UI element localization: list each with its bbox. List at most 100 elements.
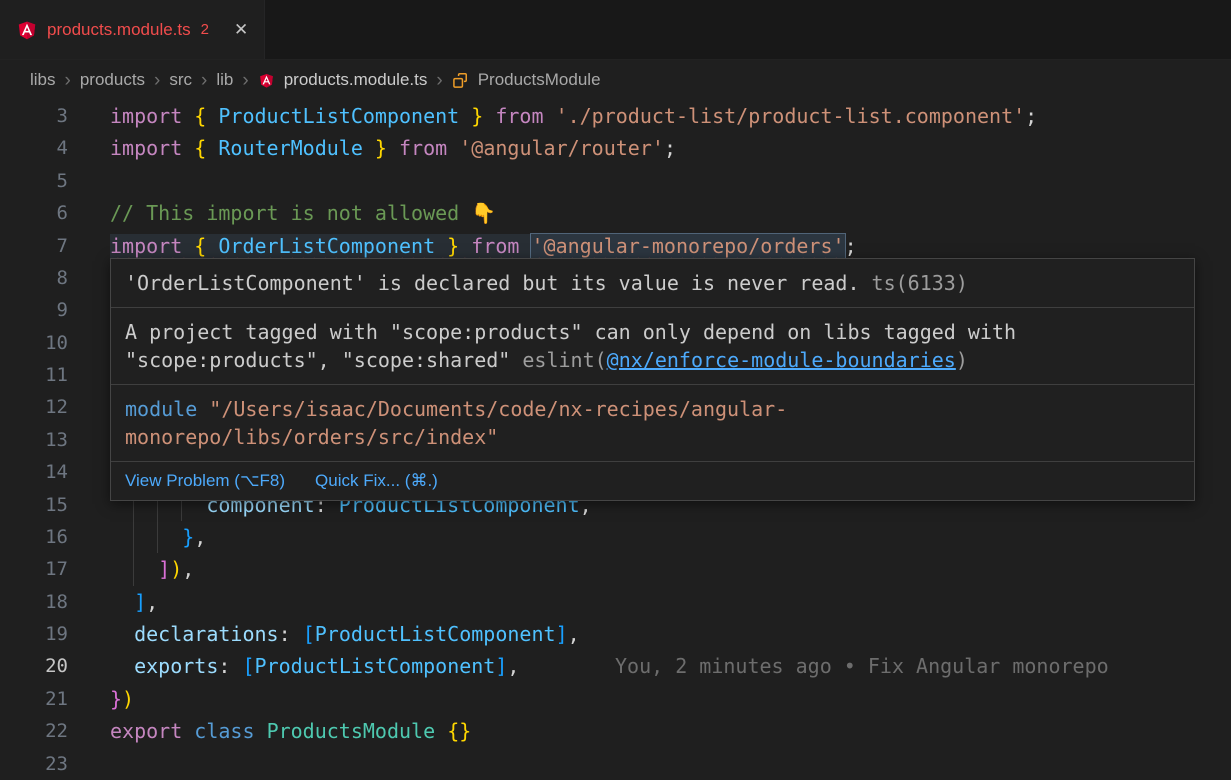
- code-token: [110, 654, 134, 678]
- hover-ts-diagnostic: 'OrderListComponent' is declared but its…: [111, 259, 1194, 307]
- code-token: ]: [556, 622, 568, 646]
- code-token: }: [110, 687, 122, 711]
- code-token: ]: [134, 590, 146, 614]
- line-number[interactable]: 11: [0, 359, 68, 391]
- line-number[interactable]: 15: [0, 489, 68, 521]
- eslint-message-line1: A project tagged with "scope:products" c…: [125, 318, 1180, 346]
- line-number[interactable]: 16: [0, 521, 68, 553]
- tab-title: products.module.ts: [47, 20, 191, 40]
- line-number[interactable]: 6: [0, 197, 68, 229]
- code-line[interactable]: import { ProductListComponent } from './…: [110, 100, 1231, 132]
- code-line[interactable]: import { RouterModule } from '@angular/r…: [110, 132, 1231, 164]
- code-token: ,: [182, 557, 194, 581]
- line-number[interactable]: 7: [0, 230, 68, 262]
- quick-fix-action[interactable]: Quick Fix... (⌘.): [315, 471, 438, 491]
- hover-eslint-diagnostic: A project tagged with "scope:products" c…: [111, 308, 1194, 384]
- code-token: OrderListComponent: [218, 234, 435, 258]
- code-line[interactable]: [110, 165, 1231, 197]
- indent-guides: [110, 521, 158, 553]
- code-line[interactable]: ]),: [110, 553, 1231, 585]
- code-token: [182, 719, 194, 743]
- module-path-line1: "/Users/isaac/Documents/code/nx-recipes/…: [197, 397, 787, 421]
- code-token: }: [435, 234, 471, 258]
- line-number[interactable]: 13: [0, 424, 68, 456]
- breadcrumb-item-src[interactable]: src: [169, 70, 192, 90]
- code-token: RouterModule: [218, 136, 363, 160]
- code-line-row[interactable]: 5: [0, 165, 1231, 197]
- code-line-row[interactable]: 17 ]),: [0, 553, 1231, 585]
- module-keyword: module: [125, 397, 197, 421]
- code-token: 👇: [471, 201, 496, 225]
- code-line-row[interactable]: 16 },: [0, 521, 1231, 553]
- ts-diagnostic-message: 'OrderListComponent' is declared but its…: [125, 271, 860, 295]
- code-line[interactable]: // This import is not allowed 👇: [110, 197, 1231, 229]
- line-number[interactable]: 21: [0, 683, 68, 715]
- code-token: [544, 104, 556, 128]
- code-line-row[interactable]: 19 declarations: [ProductListComponent],: [0, 618, 1231, 650]
- code-token: [: [242, 654, 254, 678]
- breadcrumb-item-symbol[interactable]: ProductsModule: [478, 70, 601, 90]
- line-number[interactable]: 23: [0, 748, 68, 780]
- code-token: {}: [447, 719, 471, 743]
- tab-close-icon[interactable]: ✕: [234, 20, 248, 40]
- code-token: [519, 234, 531, 258]
- code-line[interactable]: ],: [110, 586, 1231, 618]
- breadcrumb-item-file[interactable]: products.module.ts: [284, 70, 428, 90]
- code-token: ProductListComponent: [255, 654, 496, 678]
- code-line[interactable]: },: [110, 521, 1231, 553]
- code-token: ;: [845, 234, 857, 258]
- code-token: '@angular/router': [459, 136, 664, 160]
- code-token: {: [194, 104, 218, 128]
- line-number[interactable]: 22: [0, 715, 68, 747]
- breadcrumb-item-lib[interactable]: lib: [216, 70, 233, 90]
- code-line-row[interactable]: 4 import { RouterModule } from '@angular/…: [0, 132, 1231, 164]
- code-token: [: [303, 622, 315, 646]
- code-line[interactable]: }): [110, 683, 1231, 715]
- code-token: ,: [507, 654, 519, 678]
- line-number[interactable]: 9: [0, 294, 68, 326]
- code-line-row[interactable]: 23: [0, 748, 1231, 780]
- tab-products-module[interactable]: products.module.ts 2 ✕: [0, 0, 265, 59]
- line-number[interactable]: 20: [0, 650, 68, 682]
- tab-problems-badge: 2: [201, 21, 209, 38]
- code-token: export: [110, 719, 182, 743]
- code-token: {: [194, 136, 218, 160]
- line-number[interactable]: 5: [0, 165, 68, 197]
- line-number[interactable]: 19: [0, 618, 68, 650]
- code-line[interactable]: exports: [ProductListComponent],You, 2 m…: [110, 650, 1231, 682]
- code-line-row[interactable]: 3 import { ProductListComponent } from '.…: [0, 100, 1231, 132]
- breadcrumb-item-libs[interactable]: libs: [30, 70, 56, 90]
- class-symbol-icon: [452, 72, 469, 89]
- line-number[interactable]: 3: [0, 100, 68, 132]
- line-number[interactable]: 8: [0, 262, 68, 294]
- code-token: import: [110, 136, 194, 160]
- hover-popup: 'OrderListComponent' is declared but its…: [110, 258, 1195, 501]
- eslint-message-line2: "scope:products", "scope:shared" eslint(…: [125, 346, 1180, 374]
- line-number[interactable]: 12: [0, 391, 68, 423]
- code-token: {: [194, 234, 218, 258]
- code-token: ): [122, 687, 134, 711]
- tab-bar: products.module.ts 2 ✕: [0, 0, 1231, 60]
- code-line-row[interactable]: 22 export class ProductsModule {}: [0, 715, 1231, 747]
- code-token: }: [363, 136, 399, 160]
- line-number[interactable]: 17: [0, 553, 68, 585]
- line-number[interactable]: 14: [0, 456, 68, 488]
- code-token: from: [495, 104, 543, 128]
- line-number[interactable]: 4: [0, 132, 68, 164]
- code-line-row[interactable]: 6 // This import is not allowed 👇: [0, 197, 1231, 229]
- code-line-row[interactable]: 20 exports: [ProductListComponent],You, …: [0, 650, 1231, 682]
- code-token: declarations: [134, 622, 279, 646]
- code-line-row[interactable]: 18 ],: [0, 586, 1231, 618]
- code-line[interactable]: [110, 748, 1231, 780]
- line-number[interactable]: 10: [0, 327, 68, 359]
- code-token: ProductsModule: [267, 719, 436, 743]
- code-line-row[interactable]: 21}): [0, 683, 1231, 715]
- eslint-rule-link[interactable]: @nx/enforce-module-boundaries: [607, 348, 956, 372]
- code-token: :: [279, 622, 303, 646]
- chevron-right-icon: ›: [201, 71, 207, 90]
- code-line[interactable]: export class ProductsModule {}: [110, 715, 1231, 747]
- line-number[interactable]: 18: [0, 586, 68, 618]
- view-problem-action[interactable]: View Problem (⌥F8): [125, 471, 285, 491]
- code-line[interactable]: declarations: [ProductListComponent],: [110, 618, 1231, 650]
- breadcrumb-item-products[interactable]: products: [80, 70, 145, 90]
